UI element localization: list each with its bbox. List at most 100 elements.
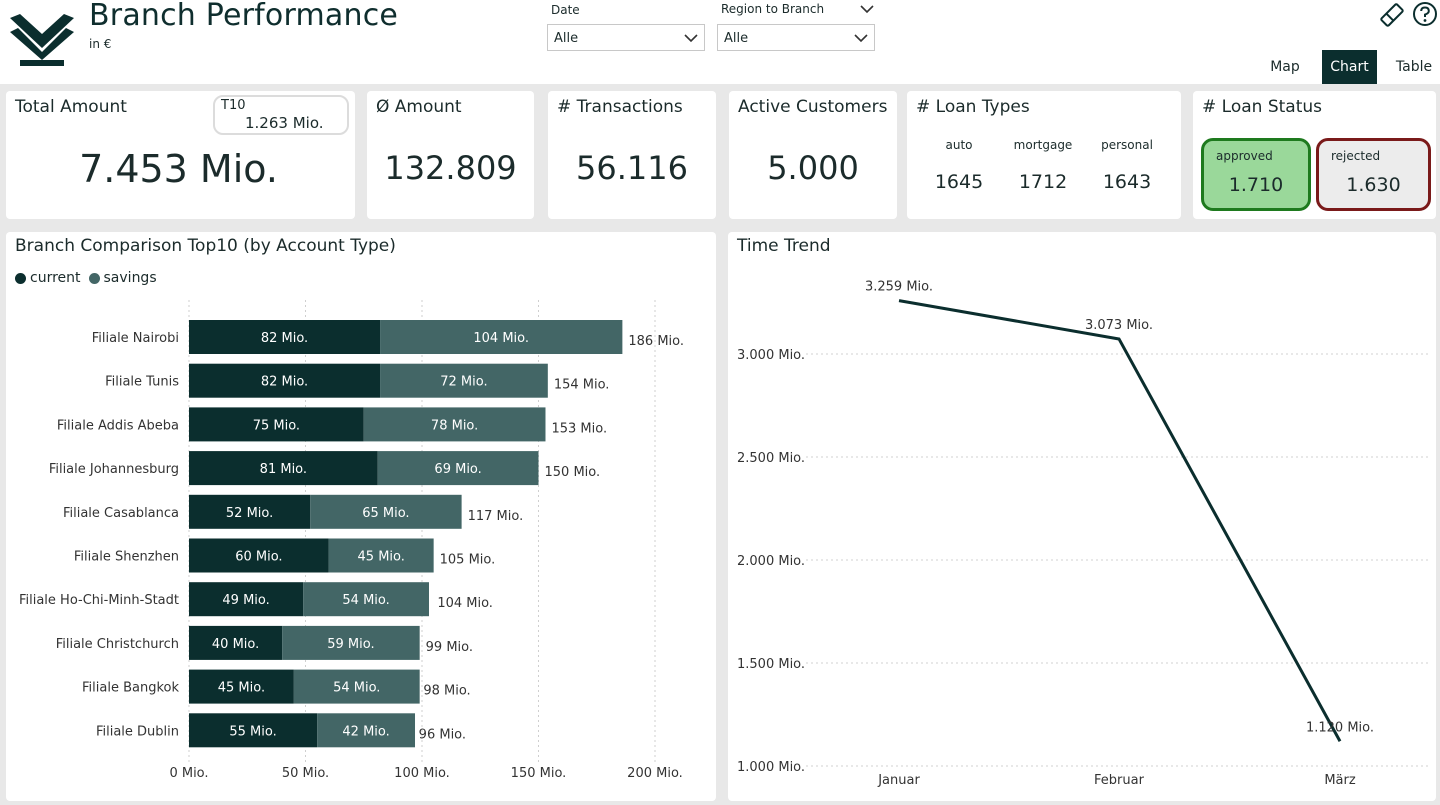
- approved-value: 1.710: [1228, 174, 1284, 196]
- loan-status-card: # Loan Status approved 1.710 rejected 1.…: [1193, 91, 1436, 219]
- date-slicer-label: Date: [551, 3, 580, 17]
- total-amount-value: 7.453 Mio.: [79, 147, 278, 191]
- total-amount-card: Total Amount T10 1.263 Mio. 7.453 Mio.: [6, 91, 355, 219]
- bar-segment-label: 72 Mio.: [440, 375, 487, 390]
- branch-chart-legend: current savings: [15, 270, 157, 286]
- y-tick-label: 2.000 Mio.: [737, 554, 805, 569]
- bar-segment-label: 82 Mio.: [261, 331, 308, 346]
- date-slicer-dropdown[interactable]: Alle: [547, 24, 705, 51]
- branch-bar-chart: 0 Mio. 50 Mio. 100 Mio. 150 Mio. 200 Mio. Fil…: [19, 300, 684, 781]
- help-icon[interactable]: [1412, 1, 1438, 27]
- t10-value: 1.263 Mio.: [245, 114, 324, 132]
- t10-badge: T10 1.263 Mio.: [213, 95, 349, 135]
- loan-status-rejected: rejected 1.630: [1316, 138, 1431, 211]
- x-tick-label: 50 Mio.: [282, 766, 329, 781]
- region-slicer-collapse-icon[interactable]: [860, 4, 874, 14]
- t10-label: T10: [221, 98, 246, 113]
- trend-data-label: 1.120 Mio.: [1306, 720, 1374, 735]
- y-tick-label: 1.000 Mio.: [737, 760, 805, 775]
- avg-amount-value: 132.809: [384, 149, 517, 187]
- bank-logo-icon: [10, 14, 74, 66]
- eraser-icon[interactable]: [1378, 2, 1406, 28]
- loan-status-title: # Loan Status: [1202, 97, 1322, 117]
- x-tick-label: 200 Mio.: [627, 766, 683, 781]
- x-tick-label: März: [1324, 773, 1356, 788]
- loan-types-card: # Loan Types auto 1645 mortgage 1712 per…: [907, 91, 1181, 219]
- bar-segment-label: 69 Mio.: [434, 462, 481, 477]
- y-tick-label: 1.500 Mio.: [737, 657, 805, 672]
- bar-segment-label: 42 Mio.: [342, 724, 389, 739]
- bar-segment-label: 81 Mio.: [260, 462, 307, 477]
- loan-type-personal-label: personal: [1101, 138, 1153, 152]
- bar-segment-label: 45 Mio.: [218, 681, 265, 696]
- trend-data-label: 3.259 Mio.: [865, 280, 933, 295]
- active-customers-card: Active Customers 5.000: [729, 91, 897, 219]
- loan-type-mortgage-value: 1712: [1018, 171, 1068, 193]
- legend-current-dot: [15, 272, 26, 284]
- branch-category-label: Filiale Dublin: [96, 724, 179, 739]
- transactions-title: # Transactions: [557, 97, 683, 117]
- branch-category-label: Filiale Bangkok: [82, 681, 179, 696]
- loan-type-auto-label: auto: [945, 138, 973, 152]
- map-view-button[interactable]: Map: [1262, 50, 1308, 84]
- chart-view-button[interactable]: Chart: [1322, 50, 1377, 84]
- bar-segment-label: 54 Mio.: [333, 681, 380, 696]
- branch-category-label: Filiale Addis Abeba: [57, 418, 179, 433]
- bar-total-label: 99 Mio.: [426, 640, 473, 655]
- branch-category-label: Filiale Shenzhen: [74, 550, 179, 565]
- loan-type-auto-value: 1645: [934, 171, 984, 193]
- bar-total-label: 154 Mio.: [554, 378, 610, 393]
- loan-status-approved: approved 1.710: [1201, 138, 1311, 211]
- legend-current-label[interactable]: current: [30, 270, 81, 286]
- bar-segment-label: 45 Mio.: [358, 550, 405, 565]
- legend-savings-label[interactable]: savings: [104, 270, 157, 286]
- table-view-button[interactable]: Table: [1390, 50, 1438, 84]
- report-header: Branch Performance in € Date Alle Region…: [0, 0, 1440, 84]
- branch-category-label: Filiale Christchurch: [56, 637, 179, 652]
- page-title: Branch Performance: [89, 0, 399, 33]
- bar-total-label: 186 Mio.: [628, 334, 684, 349]
- rejected-value: 1.630: [1346, 174, 1401, 196]
- bar-segment-label: 104 Mio.: [473, 331, 529, 346]
- transactions-value: 56.116: [576, 149, 688, 187]
- x-tick-label: 150 Mio.: [511, 766, 567, 781]
- branch-category-label: Filiale Ho-Chi-Minh-Stadt: [19, 593, 179, 608]
- bar-total-label: 117 Mio.: [468, 509, 524, 524]
- y-tick-label: 3.000 Mio.: [737, 348, 805, 363]
- y-tick-label: 2.500 Mio.: [737, 451, 805, 466]
- avg-amount-card: Ø Amount 132.809: [367, 91, 534, 219]
- loan-type-personal-value: 1643: [1102, 171, 1152, 193]
- loan-types-title: # Loan Types: [916, 97, 1030, 117]
- bar-segment-label: 49 Mio.: [222, 593, 269, 608]
- bar-segment-label: 60 Mio.: [235, 550, 282, 565]
- bar-segment-label: 59 Mio.: [327, 637, 374, 652]
- x-tick-label: Februar: [1094, 773, 1145, 788]
- bar-segment-label: 75 Mio.: [253, 418, 300, 433]
- bar-segment-label: 65 Mio.: [362, 506, 409, 521]
- bar-total-label: 153 Mio.: [551, 421, 607, 436]
- trend-data-label: 3.073 Mio.: [1085, 318, 1153, 333]
- bar-total-label: 150 Mio.: [545, 465, 601, 480]
- trend-line[interactable]: [898, 299, 1342, 743]
- branch-category-label: Filiale Casablanca: [63, 506, 179, 521]
- page-subtitle: in €: [89, 37, 112, 51]
- bar-total-label: 105 Mio.: [440, 553, 496, 568]
- approved-label: approved: [1216, 149, 1273, 163]
- branch-chart-title: Branch Comparison Top10 (by Account Type…: [15, 236, 396, 256]
- date-slicer-value: Alle: [554, 31, 579, 46]
- avg-amount-title: Ø Amount: [376, 97, 462, 117]
- bar-total-label: 104 Mio.: [437, 596, 493, 611]
- region-slicer-dropdown[interactable]: Alle: [717, 24, 875, 51]
- bar-segment-label: 55 Mio.: [229, 724, 276, 739]
- branch-category-label: Filiale Nairobi: [92, 331, 179, 346]
- rejected-label: rejected: [1331, 149, 1381, 163]
- time-trend-line-chart: 1.000 Mio. 1.500 Mio. 2.000 Mio. 2.500 Mio.…: [737, 280, 1428, 788]
- transactions-card: # Transactions 56.116: [548, 91, 716, 219]
- bar-segment-label: 40 Mio.: [212, 637, 259, 652]
- total-amount-title: Total Amount: [15, 97, 127, 117]
- x-tick-label: 0 Mio.: [169, 766, 208, 781]
- bar-total-label: 96 Mio.: [419, 727, 466, 742]
- region-slicer-label: Region to Branch: [721, 2, 825, 16]
- loan-type-mortgage-label: mortgage: [1013, 138, 1073, 152]
- bar-segment-label: 54 Mio.: [342, 593, 389, 608]
